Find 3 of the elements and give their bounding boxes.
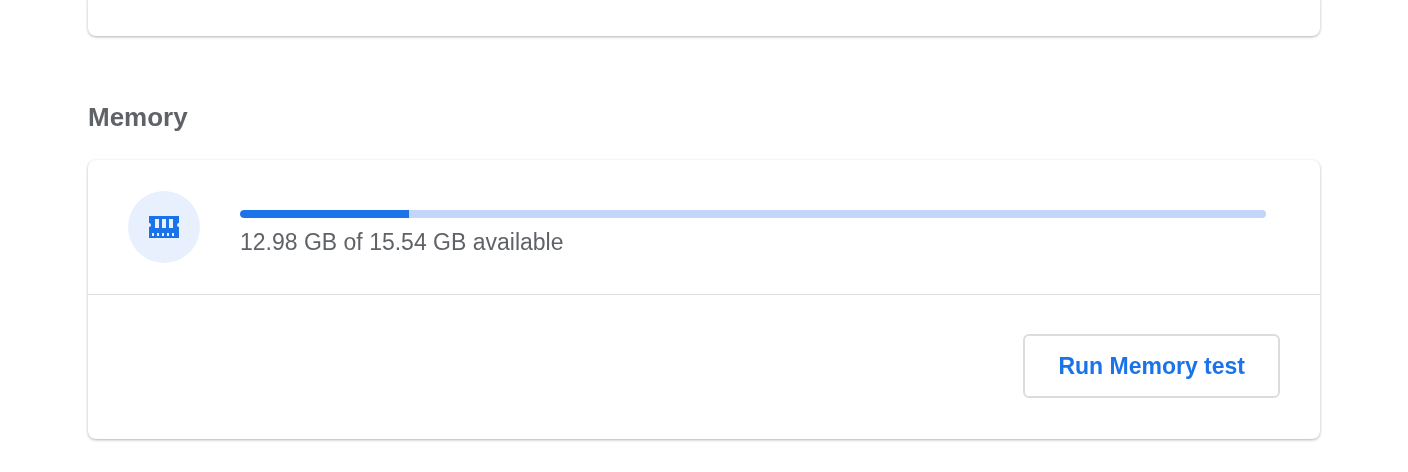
run-memory-test-button[interactable]: Run Memory test xyxy=(1023,334,1280,398)
section-title: Memory xyxy=(88,102,188,132)
memory-reading: 12.98 GB of 15.54 GB available xyxy=(240,228,564,256)
